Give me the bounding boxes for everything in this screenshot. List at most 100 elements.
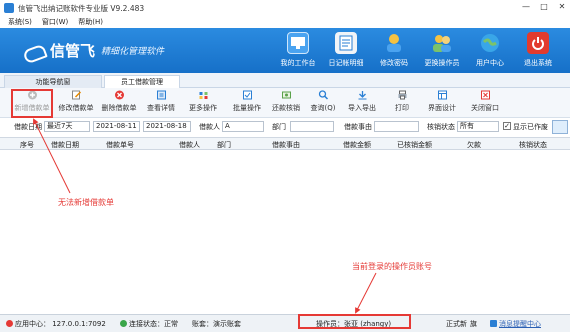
minimize-button[interactable]: — (520, 1, 532, 13)
maximize-button[interactable]: □ (538, 1, 550, 13)
nav-my-desk[interactable]: 我的工作台 (274, 32, 322, 68)
toolbar-label: 修改借款单 (58, 104, 94, 112)
header-nav: 我的工作台 日记帐明细 修改密码 更换操作员 用户中心 退出系统 (274, 32, 562, 68)
annotation-no-new: 无法新增借款单 (58, 198, 114, 207)
nav-label: 更换操作员 (424, 59, 460, 67)
column-header[interactable]: 借款人 (179, 140, 200, 150)
app-center-status: 应用中心： 127.0.0.1:7092 (6, 319, 106, 329)
more-actions-button[interactable]: 更多操作 (184, 90, 222, 116)
toolbar-label: 批量操作 (233, 104, 261, 112)
toolbar: 新增借款单 修改借款单 删除借款单 查看详情 更多操作 批量操作 还款核销 查询… (0, 88, 570, 118)
column-header[interactable]: 借款单号 (106, 140, 134, 150)
search-button[interactable] (552, 120, 568, 134)
menu-bar: 系统(S) 窗口(W) 帮助(H) (0, 16, 570, 28)
repay-writeoff-button[interactable]: 还款核销 (270, 90, 302, 116)
query-icon (318, 90, 328, 100)
column-header[interactable]: 已核销金额 (397, 140, 432, 150)
message-center-link[interactable]: 消息提醒中心 (490, 319, 541, 329)
borrower-label: 借款人 (199, 123, 220, 131)
desktop-icon (287, 32, 309, 54)
status-select[interactable]: 所有 (457, 121, 499, 132)
nav-user-center[interactable]: 用户中心 (466, 32, 514, 68)
nav-label: 日记帐明细 (328, 59, 364, 67)
dept-input[interactable] (290, 121, 334, 132)
column-header[interactable]: 序号 (20, 140, 34, 150)
grid-body[interactable] (0, 150, 570, 312)
toolbar-label: 查询(Q) (310, 104, 336, 112)
toolbar-label: 更多操作 (189, 104, 217, 112)
nav-change-password[interactable]: 修改密码 (370, 32, 418, 68)
end-date-input[interactable]: 2021-08-18 (143, 121, 191, 132)
delete-loan-button[interactable]: 删除借款单 (99, 90, 139, 116)
more-icon (199, 92, 207, 99)
column-header[interactable]: 欠款 (467, 140, 481, 150)
grid-header: 序号 借款日期 借款单号 借款人 部门 借款事由 借款金额 已核销金额 欠款 核… (0, 137, 570, 150)
toolbar-label: 导入导出 (348, 104, 376, 112)
menu-system[interactable]: 系统(S) (8, 17, 32, 27)
brand-logo (24, 41, 46, 61)
batch-icon (242, 90, 252, 100)
edition-status: 正式新 (446, 320, 467, 328)
add-button-highlight (11, 89, 53, 118)
nav-exit[interactable]: 退出系统 (514, 32, 562, 68)
reason-input[interactable] (374, 121, 419, 132)
print-button[interactable]: 打印 (391, 90, 413, 116)
column-header[interactable]: 借款日期 (51, 140, 79, 150)
import-export-icon (358, 91, 366, 100)
period-select[interactable]: 最近7天 (44, 121, 90, 132)
import-export-button[interactable]: 导入导出 (344, 90, 380, 116)
edit-loan-button[interactable]: 修改借款单 (57, 90, 95, 116)
start-date-input[interactable]: 2021-08-11 (93, 121, 140, 132)
app-center-text: 应用中心： 127.0.0.1:7092 (15, 320, 106, 328)
tab-strip: 功能导航窗 员工借款管理 (0, 73, 570, 88)
column-header[interactable]: 借款事由 (272, 140, 300, 150)
power-icon (527, 32, 549, 54)
title-bar: 信管飞出纳记账软件专业版 V9.2.483 — □ ✕ (0, 0, 570, 16)
column-header[interactable]: 借款金额 (343, 140, 371, 150)
brand: 信管飞 精细化管理软件 (24, 40, 164, 61)
nav-label: 退出系统 (524, 59, 552, 67)
toolbar-label: 关闭窗口 (471, 104, 499, 112)
annotation-operator: 当前登录的操作员账号 (352, 262, 432, 271)
edit-icon (71, 90, 81, 100)
nav-label: 用户中心 (476, 59, 504, 67)
query-button[interactable]: 查询(Q) (309, 90, 337, 116)
close-button[interactable]: ✕ (556, 1, 568, 13)
show-void-label: 显示已作废 (513, 123, 548, 131)
window-title: 信管飞出纳记账软件专业版 V9.2.483 (18, 3, 145, 13)
menu-help[interactable]: 帮助(H) (78, 17, 103, 27)
close-window-icon (480, 90, 490, 100)
borrower-input[interactable]: A (222, 121, 264, 132)
view-detail-button[interactable]: 查看详情 (145, 90, 177, 116)
show-void-checkbox[interactable]: ✓ (503, 122, 511, 130)
date-label: 借款日期 (14, 123, 42, 131)
nav-label: 修改密码 (380, 59, 408, 67)
filter-bar: 借款日期 最近7天 2021-08-11 2021-08-18 借款人 A 部门… (0, 119, 570, 135)
tab-employee-loan[interactable]: 员工借款管理 (104, 75, 180, 88)
repay-icon (281, 91, 291, 99)
batch-action-button[interactable]: 批量操作 (231, 90, 263, 116)
tab-function-nav[interactable]: 功能导航窗 (4, 75, 102, 88)
column-header[interactable]: 核销状态 (519, 140, 547, 150)
ledger-icon (335, 32, 357, 54)
operator-highlight (298, 314, 411, 329)
message-text: 消息提醒中心 (499, 320, 541, 328)
nav-label: 我的工作台 (280, 59, 316, 67)
menu-window[interactable]: 窗口(W) (42, 17, 68, 27)
nav-switch-operator[interactable]: 更换操作员 (418, 32, 466, 68)
edition-suffix: 旗 (470, 320, 477, 328)
status-bar: 应用中心： 127.0.0.1:7092 连接状态：正常 账套：演示账套 操作员… (0, 314, 570, 332)
globe-icon (479, 32, 501, 54)
connection-icon (120, 320, 127, 327)
reason-label: 借款事由 (344, 123, 372, 131)
view-icon (156, 90, 166, 100)
connection-text: 连接状态：正常 (129, 320, 178, 328)
app-center-icon (6, 320, 13, 327)
close-window-button[interactable]: 关闭窗口 (467, 90, 503, 116)
header-banner: 信管飞 精细化管理软件 我的工作台 日记帐明细 修改密码 更换操作员 用户中心 … (0, 28, 570, 73)
toolbar-label: 查看详情 (147, 104, 175, 112)
nav-ledger-detail[interactable]: 日记帐明细 (322, 32, 370, 68)
toolbar-label: 删除借款单 (101, 104, 137, 112)
column-header[interactable]: 部门 (217, 140, 231, 150)
ui-design-button[interactable]: 界面设计 (426, 90, 458, 116)
